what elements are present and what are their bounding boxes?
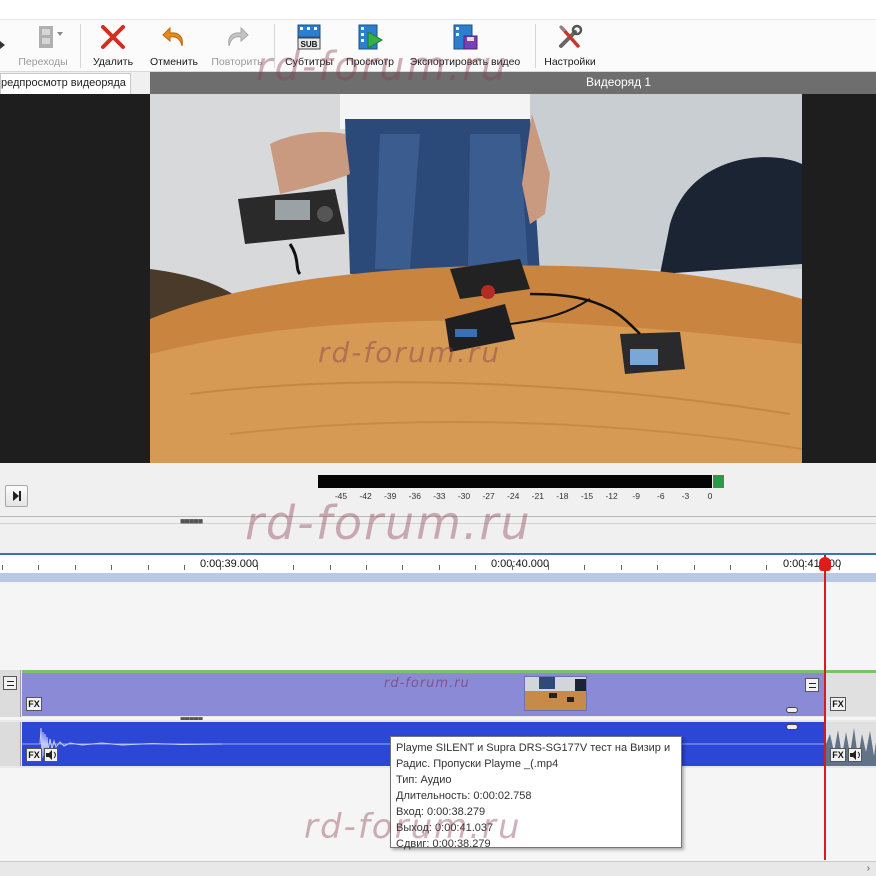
meter-tick-label: -9 — [632, 491, 640, 501]
meter-tick-label: -21 — [531, 491, 544, 501]
tab-sequence-preview[interactable]: редпросмотр видеоряда — [0, 73, 131, 94]
track-menu-icon[interactable] — [3, 676, 17, 690]
audio-level-meter — [318, 475, 712, 488]
clip-fx-button[interactable]: FX — [26, 697, 42, 711]
audio-track-header — [0, 722, 21, 766]
ruler-track — [0, 573, 876, 582]
ruler-tick — [621, 565, 622, 570]
toolbar-top-strip — [0, 0, 876, 20]
splitter-grip-icon[interactable]: ■■■■■ — [180, 516, 203, 526]
volume-icon[interactable] — [44, 748, 58, 762]
ruler-tick — [475, 565, 476, 570]
ruler-tick — [293, 565, 294, 570]
toolbar-left-chevron[interactable] — [0, 40, 6, 49]
clip-thumbnail — [524, 676, 587, 711]
settings-button[interactable]: Настройки — [541, 24, 599, 70]
video-preview-frame[interactable] — [150, 94, 802, 463]
video-clip[interactable]: FX rd-forum.ru — [22, 670, 825, 716]
delete-label: Удалить — [92, 56, 134, 68]
ruler-label: 0:00:39.000 — [200, 558, 259, 570]
watermark: rd-forum.ru — [245, 496, 532, 550]
delete-icon — [99, 24, 127, 50]
ruler-tick — [584, 565, 585, 570]
tab-sequence-preview-label: редпросмотр видеоряда — [1, 77, 126, 89]
undo-label: Отменить — [150, 56, 198, 68]
timeline-horizontal-scrollbar[interactable]: › — [0, 861, 876, 876]
redo-icon — [223, 24, 251, 50]
skip-forward-icon — [13, 491, 21, 501]
video-clip-watermark: rd-forum.ru — [384, 676, 470, 691]
toolbar-separator — [535, 24, 536, 68]
tooltip-title-line2: Радис. Пропуски Playme _(.mp4 — [396, 758, 559, 770]
ruler-tick — [366, 565, 367, 570]
video-track: FX rd-forum.ru FX — [0, 670, 876, 717]
watermark: rd-forum.ru — [318, 336, 502, 369]
ruler-tick — [402, 565, 403, 570]
next-frame-button[interactable] — [5, 485, 28, 507]
ruler-tick — [38, 565, 39, 570]
meter-tick-label: -18 — [556, 491, 569, 501]
ruler-tick — [330, 565, 331, 570]
video-frame-image — [150, 94, 802, 463]
ruler-label: 0:00:40.000 — [491, 558, 550, 570]
timeline-ruler[interactable]: 0:00:39.000 0:00:40.000 0:00:41.000 — [0, 553, 876, 582]
meter-tick-label: -12 — [605, 491, 618, 501]
playhead-line[interactable] — [824, 555, 826, 860]
ruler-tick — [75, 565, 76, 570]
clip-link-icon[interactable] — [786, 724, 798, 730]
meter-tick-label: 0 — [707, 491, 713, 501]
clip-fx-button[interactable]: FX — [830, 697, 846, 711]
settings-label: Настройки — [544, 56, 596, 68]
ruler-tick — [184, 565, 185, 570]
video-clip-next[interactable]: FX — [826, 670, 876, 716]
ruler-tick — [657, 565, 658, 570]
ruler-tick — [730, 565, 731, 570]
undo-button[interactable]: Отменить — [144, 24, 204, 70]
settings-icon — [556, 24, 584, 50]
watermark: rd-forum.ru — [304, 807, 522, 847]
sequence-title: Видеоряд 1 — [586, 75, 652, 89]
scroll-right-icon[interactable]: › — [867, 863, 870, 874]
delete-button[interactable]: Удалить — [86, 24, 140, 70]
playhead-handle[interactable] — [819, 557, 831, 571]
ruler-tick — [111, 565, 112, 570]
ruler-tick — [694, 565, 695, 570]
tooltip-duration: Длительность: 0:00:02.758 — [396, 790, 532, 802]
preview-panel — [0, 94, 876, 463]
clip-fx-button[interactable]: FX — [830, 748, 846, 762]
clip-menu-icon[interactable] — [805, 678, 819, 692]
ruler-label: 0:00:41.000 — [783, 558, 842, 570]
meter-tick-label: -15 — [580, 491, 594, 501]
transitions-icon — [29, 24, 63, 50]
meter-tick-label: -6 — [657, 491, 665, 501]
meter-tick-label: -3 — [681, 491, 690, 501]
volume-icon[interactable] — [848, 748, 862, 762]
ruler-tick — [2, 565, 3, 570]
transitions-button[interactable]: Переходы — [14, 24, 72, 70]
audio-clip-next[interactable]: FX — [826, 722, 876, 766]
video-track-header — [0, 670, 21, 717]
ruler-tick — [766, 565, 767, 570]
watermark: rd-forum.ru — [256, 44, 509, 90]
tooltip-type: Тип: Аудио — [396, 774, 452, 786]
transitions-label: Переходы — [18, 56, 68, 68]
undo-icon — [160, 24, 188, 50]
clip-link-icon[interactable] — [786, 707, 798, 713]
audio-level-peak — [713, 475, 724, 488]
toolbar-separator — [80, 24, 81, 68]
ruler-tick — [148, 565, 149, 570]
tooltip-title-line1: Playme SILENT и Supra DRS-SG177V тест на… — [396, 742, 671, 754]
clip-fx-button[interactable]: FX — [26, 748, 42, 762]
ruler-tick — [439, 565, 440, 570]
